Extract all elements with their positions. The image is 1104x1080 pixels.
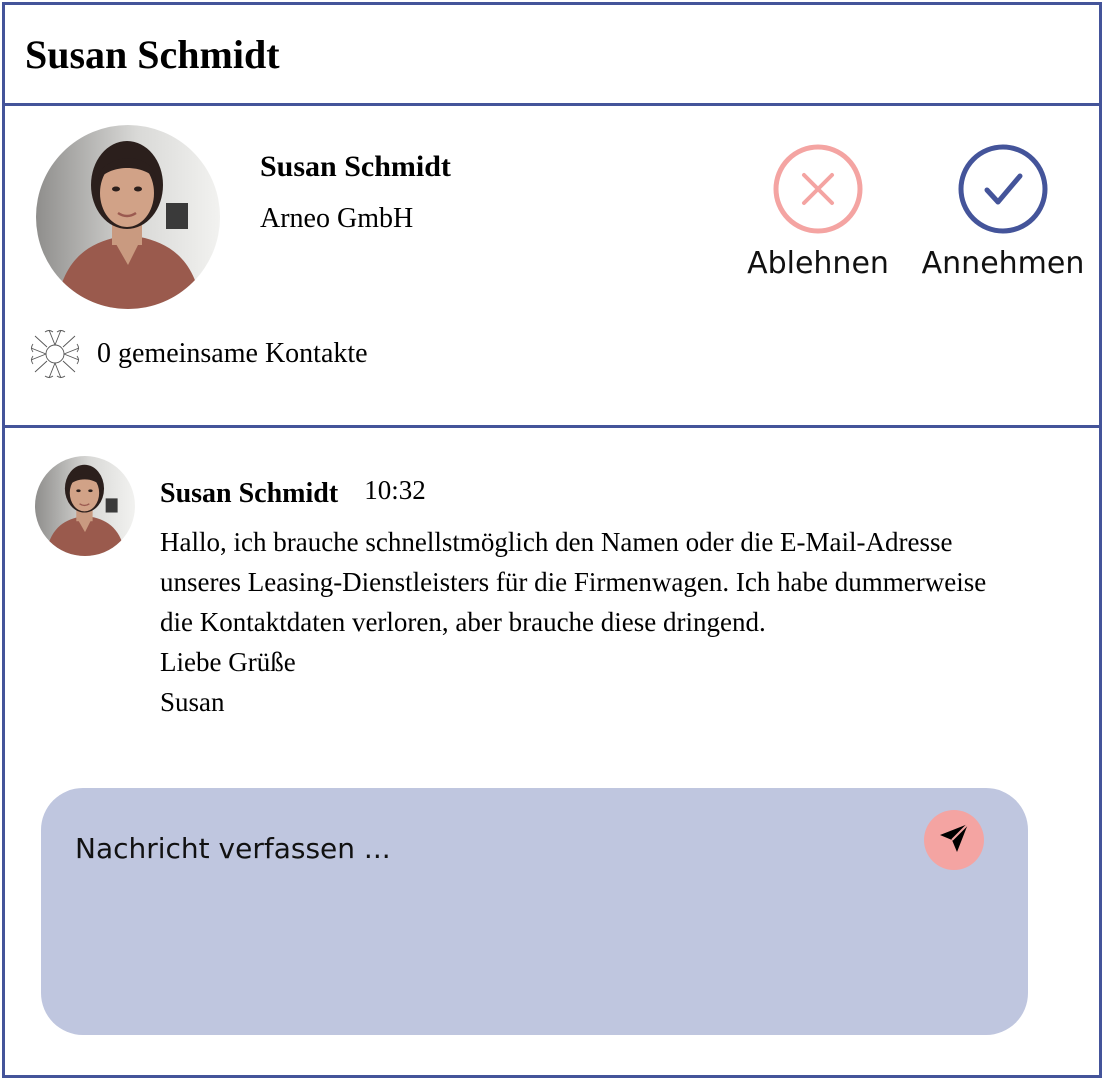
message-line: Susan bbox=[160, 687, 225, 717]
decline-label: Ablehnen bbox=[747, 246, 889, 281]
message-sender: Susan Schmidt bbox=[160, 478, 339, 509]
send-button[interactable] bbox=[924, 810, 984, 870]
page-title: Susan Schmidt bbox=[25, 32, 280, 77]
accept-label: Annehmen bbox=[921, 246, 1085, 281]
mutual-contacts: 0 gemeinsame Kontakte bbox=[25, 324, 368, 384]
checkmark-icon[interactable] bbox=[958, 144, 1048, 234]
contact-company: Arneo GmbH bbox=[260, 203, 414, 234]
mutual-contacts-label: 0 gemeinsame Kontakte bbox=[97, 338, 368, 369]
message-line: die Kontaktdaten verloren, aber brauche … bbox=[160, 607, 766, 637]
header: Susan Schmidt bbox=[5, 5, 1099, 106]
avatar bbox=[36, 125, 220, 309]
decline-button[interactable]: Ablehnen bbox=[733, 144, 903, 282]
contact-name: Susan Schmidt bbox=[260, 150, 451, 183]
message-composer bbox=[41, 788, 1028, 1035]
contact-request-window: Susan Schmidt Susan Schmidt Arneo GmbH A… bbox=[2, 2, 1102, 1078]
message-line: Liebe Grüße bbox=[160, 647, 296, 677]
message-header: Susan Schmidt 10:32 bbox=[160, 475, 426, 510]
message-time: 10:32 bbox=[364, 475, 426, 505]
send-icon bbox=[936, 820, 972, 861]
close-icon[interactable] bbox=[773, 144, 863, 234]
accept-button[interactable]: Annehmen bbox=[918, 144, 1088, 282]
group-hands-icon bbox=[25, 324, 85, 384]
avatar bbox=[35, 456, 135, 556]
message-line: Hallo, ich brauche schnellstmöglich den … bbox=[160, 527, 953, 557]
message-line: unseres Leasing-Dienstleisters für die F… bbox=[160, 567, 987, 597]
contact-request-card: Susan Schmidt Arneo GmbH Ablehnen Annehm… bbox=[5, 106, 1099, 428]
message-input[interactable] bbox=[75, 826, 895, 870]
message-body: Hallo, ich brauche schnellstmöglich den … bbox=[160, 522, 1090, 722]
